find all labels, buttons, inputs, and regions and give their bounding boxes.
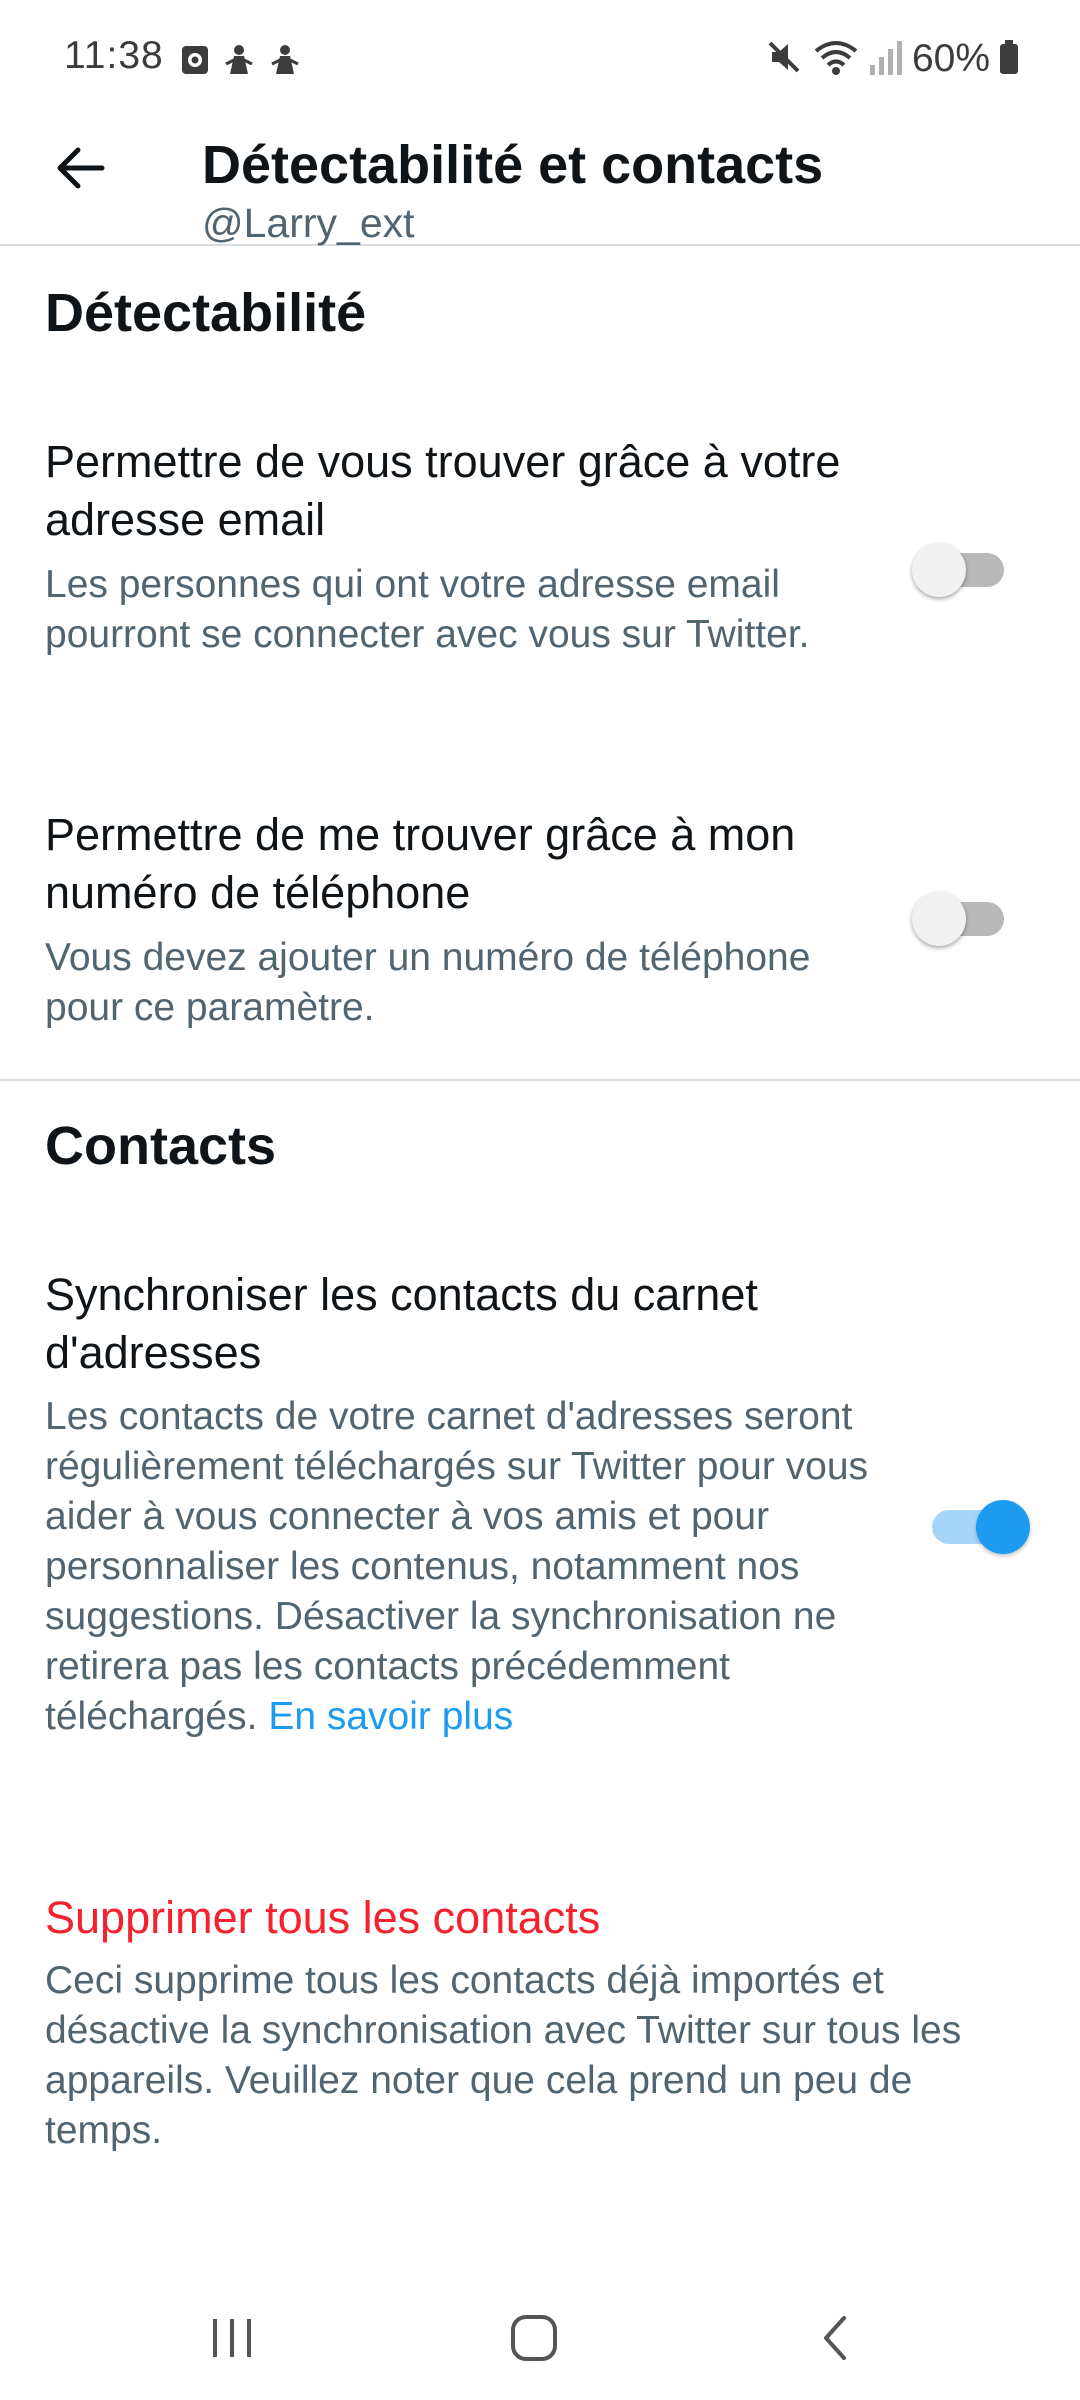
- phone-setting-title[interactable]: Permettre de me trouver grâce à mon numé…: [45, 806, 875, 922]
- email-discoverability-toggle[interactable]: [912, 533, 1022, 603]
- back-button[interactable]: [40, 130, 120, 210]
- sync-contacts-title[interactable]: Synchroniser les contacts du carnet d'ad…: [45, 1266, 875, 1382]
- sync-contacts-description: Les contacts de votre carnet d'adresses …: [45, 1392, 875, 1742]
- wifi-icon: [812, 37, 860, 82]
- nav-back-button[interactable]: [776, 2290, 896, 2390]
- toggle-thumb: [912, 892, 966, 946]
- battery-icon: [998, 37, 1020, 82]
- app-header: Détectabilité et contacts @Larry_ext: [0, 120, 1080, 246]
- section-title-discoverability: Détectabilité: [45, 283, 367, 343]
- sync-contacts-description-text: Les contacts de votre carnet d'adresses …: [45, 1395, 869, 1738]
- learn-more-link[interactable]: En savoir plus: [268, 1695, 513, 1738]
- phone-setting-description: Vous devez ajouter un numéro de téléphon…: [45, 936, 811, 1029]
- delete-all-contacts-button[interactable]: Supprimer tous les contacts: [45, 1889, 875, 1947]
- chevron-left-icon: [816, 2312, 856, 2369]
- email-setting-title[interactable]: Permettre de vous trouver grâce à votre …: [45, 433, 875, 549]
- delete-all-contacts-description: Ceci supprime tous les contacts déjà imp…: [45, 1959, 962, 2152]
- toggle-thumb: [976, 1500, 1030, 1554]
- sync-contacts-toggle[interactable]: [920, 1490, 1030, 1560]
- home-button[interactable]: [474, 2290, 594, 2390]
- arrow-left-icon: [54, 142, 106, 199]
- home-icon: [508, 2312, 560, 2369]
- page-title: Détectabilité et contacts: [202, 135, 824, 195]
- email-setting-description: Les personnes qui ont votre adresse emai…: [45, 563, 810, 656]
- status-bar: 11:38 60%: [0, 0, 1080, 120]
- battery-percent: 60%: [911, 37, 990, 80]
- notification-icon: [180, 42, 210, 78]
- section-divider: [0, 1079, 1080, 1081]
- signal-icon: [868, 37, 904, 82]
- app-notification-icon: [224, 42, 254, 78]
- status-indicators: 60%: [764, 34, 1020, 84]
- mute-icon: [764, 37, 804, 82]
- status-time: 11:38: [64, 34, 164, 77]
- phone-discoverability-toggle[interactable]: [912, 882, 1022, 952]
- recent-apps-button[interactable]: [172, 2290, 292, 2390]
- app-notification-icon: [270, 42, 300, 78]
- toggle-thumb: [912, 543, 966, 597]
- recent-apps-icon: [207, 2315, 257, 2366]
- account-handle: @Larry_ext: [202, 200, 415, 246]
- section-title-contacts: Contacts: [45, 1116, 277, 1176]
- system-navigation-bar: [0, 2270, 1080, 2400]
